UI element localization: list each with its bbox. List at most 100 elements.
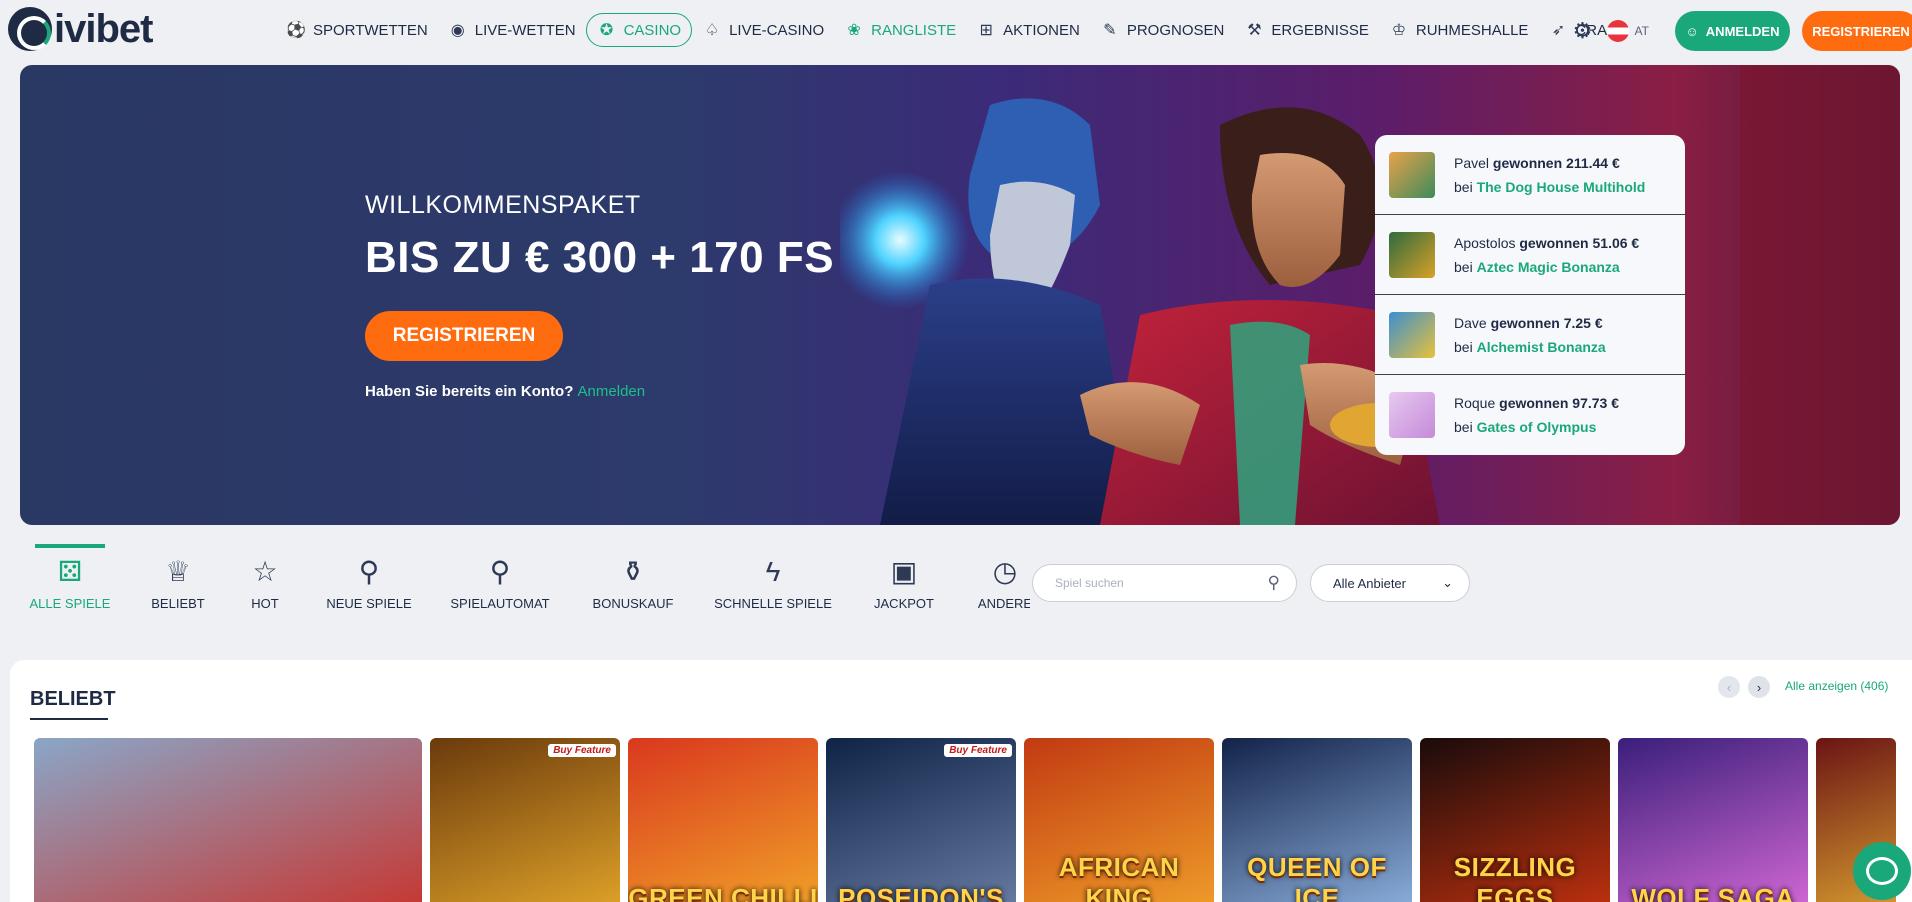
see-all-link[interactable]: Alle anzeigen (406)	[1785, 679, 1888, 693]
winner-amount: 7.25 €	[1563, 314, 1603, 331]
nav-item-label: LIVE-WETTEN	[474, 21, 576, 39]
gear-icon[interactable]: ⚙	[1571, 18, 1595, 43]
game-title: GREEN CHILLI	[628, 883, 818, 902]
nav-item-label: CASINO	[623, 21, 682, 39]
user-icon: ☺	[1685, 23, 1699, 39]
winner-game-link[interactable]: Gates of Olympus	[1477, 419, 1597, 435]
money-bag-icon: ⚱	[621, 556, 645, 587]
welcome-banner: WILLKOMMENSPAKET BIS ZU € 300 + 170 FS R…	[20, 65, 1900, 525]
hero-account-text: Haben Sie bereits ein Konto? Anmelden	[365, 383, 645, 400]
category-label: ALLE SPIELE	[29, 596, 111, 611]
provider-select[interactable]: Alle Anbieter ⌄	[1310, 564, 1470, 602]
casino-chip-icon: ✪	[599, 22, 614, 39]
nav-item-sportwetten[interactable]: ⚽ SPORTWETTEN	[276, 13, 438, 47]
hero-subtitle: WILLKOMMENSPAKET	[365, 191, 641, 219]
carousel-prev-button[interactable]: ‹	[1718, 676, 1740, 698]
category-label: NEUE SPIELE	[326, 596, 412, 611]
winner-at: bei	[1454, 419, 1473, 435]
nav-item-label: PROGNOSEN	[1126, 21, 1225, 39]
game-card[interactable]: Buy Feature	[430, 738, 620, 902]
nav-item-label: RUHMESHALLE	[1415, 21, 1529, 39]
header-actions: ⚙ AT ☺ ANMELDEN REGISTRIEREN	[1571, 10, 1912, 52]
game-thumbnail[interactable]	[1389, 231, 1435, 278]
winner-item[interactable]: Apostolos gewonnen 51.06 € bei Aztec Magi…	[1375, 215, 1685, 295]
winner-won-label: gewonnen	[1519, 234, 1589, 251]
winner-text: Roque gewonnen 97.73 € bei Gates of Olymp…	[1454, 391, 1619, 439]
timer-icon: ◷	[992, 556, 1018, 587]
nav-item-casino[interactable]: ✪ CASINO	[585, 13, 693, 47]
game-thumbnail[interactable]	[1389, 151, 1435, 198]
winner-name: Dave	[1454, 314, 1487, 331]
game-card[interactable]: Buy Feature POSEIDON'S	[826, 738, 1016, 902]
game-thumbnail[interactable]	[1389, 311, 1435, 358]
game-card[interactable]: QUEEN OF ICE	[1222, 738, 1412, 902]
category-bonuskauf[interactable]: ⚱ BONUSKAUF	[573, 544, 693, 624]
category-andere[interactable]: ◷ ANDERE	[945, 544, 1030, 624]
nav-item-rangliste[interactable]: ❀ RANGLISTE	[834, 13, 966, 47]
nav-item-live-wetten[interactable]: ◉ LIVE-WETTEN	[438, 13, 586, 47]
cards-icon: ♤	[704, 22, 720, 39]
game-card[interactable]	[34, 738, 422, 902]
top-header: ivibet ⚽ SPORTWETTEN ◉ LIVE-WETTEN ✪ CASINO ♤ L…	[0, 0, 1912, 62]
winner-name: Apostolos	[1454, 234, 1516, 251]
hero-register-button[interactable]: REGISTRIEREN	[365, 311, 563, 361]
jackpot-machine-icon: ▣	[890, 556, 918, 587]
cherries-icon: ⚲	[358, 556, 380, 587]
category-neue-spiele[interactable]: ⚲ NEUE SPIELE	[309, 544, 429, 624]
winner-amount: 51.06 €	[1592, 234, 1640, 251]
nav-item-live-casino[interactable]: ♤ LIVE-CASINO	[692, 13, 834, 47]
category-schnelle-spiele[interactable]: ϟ SCHNELLE SPIELE	[713, 544, 833, 624]
winner-text: Pavel gewonnen 211.44 € bei The Dog House…	[1454, 151, 1645, 199]
game-title: AFRICAN KING	[1058, 852, 1180, 902]
game-title: QUEEN OF ICE	[1247, 852, 1387, 902]
nav-item-label: SPORTWETTEN	[313, 21, 428, 39]
winner-item[interactable]: Roque gewonnen 97.73 € bei Gates of Olymp…	[1375, 375, 1685, 455]
game-category-bar: ⚄ ALLE SPIELE ♕ BELIEBT ☆ HOT ⚲ NEUE SPIELE ⚲ SPI…	[0, 544, 1030, 624]
winner-text: Dave gewonnen 7.25 € bei Alchemist Bonanz…	[1454, 311, 1606, 359]
chat-support-button[interactable]	[1853, 842, 1911, 900]
nav-item-label: LIVE-CASINO	[729, 21, 825, 39]
winner-item[interactable]: Dave gewonnen 7.25 € bei Alchemist Bonanz…	[1375, 295, 1685, 375]
category-alle-spiele[interactable]: ⚄ ALLE SPIELE	[10, 544, 130, 624]
winner-item[interactable]: Pavel gewonnen 211.44 € bei The Dog House…	[1375, 135, 1685, 215]
winner-game-link[interactable]: Alchemist Bonanza	[1477, 339, 1606, 355]
game-search[interactable]: ⚲	[1032, 564, 1297, 602]
carousel-next-button[interactable]: ›	[1748, 676, 1770, 698]
nav-item-label: ERGEBNISSE	[1271, 21, 1369, 39]
game-card[interactable]: SIZZLING EGGS	[1420, 738, 1610, 902]
ivibet-logo[interactable]: ivibet	[8, 6, 153, 52]
winner-won-label: gewonnen	[1499, 395, 1569, 411]
game-thumbnail[interactable]	[1389, 392, 1435, 438]
winner-won-label: gewonnen	[1490, 314, 1560, 331]
game-card[interactable]: WOLF SAGA	[1618, 738, 1808, 902]
search-icon[interactable]: ⚲	[1268, 573, 1280, 593]
register-button-label: REGISTRIEREN	[1812, 23, 1910, 39]
search-input[interactable]	[1055, 576, 1268, 590]
winner-game-link[interactable]: The Dog House Multihold	[1477, 179, 1646, 195]
soccer-ball-icon: ⚽	[286, 22, 306, 39]
game-title: WOLF SAGA	[1631, 883, 1795, 902]
recent-winners-panel: Pavel gewonnen 211.44 € bei The Dog House…	[1375, 135, 1685, 455]
hero-login-link[interactable]: Anmelden	[578, 383, 646, 400]
stopwatch-icon: ◉	[450, 22, 465, 39]
category-hot[interactable]: ☆ HOT	[205, 544, 325, 624]
crown-icon: ♕	[165, 556, 191, 587]
winner-amount: 97.73 €	[1572, 395, 1619, 411]
game-card[interactable]: AFRICAN KING	[1024, 738, 1214, 902]
language-code[interactable]: AT	[1635, 24, 1649, 38]
nav-item-prognosen[interactable]: ✎ PROGNOSEN	[1090, 13, 1235, 47]
lightning-icon: ϟ	[765, 556, 781, 587]
category-spielautomat[interactable]: ⚲ SPIELAUTOMAT	[440, 544, 560, 624]
winner-won-label: gewonnen	[1492, 154, 1563, 171]
login-button[interactable]: ☺ ANMELDEN	[1675, 11, 1790, 51]
register-button[interactable]: REGISTRIEREN	[1802, 11, 1912, 51]
nav-item-ergebnisse[interactable]: ⚒ ERGEBNISSE	[1234, 13, 1379, 47]
nav-item-ruhmeshalle[interactable]: ♔ RUHMESHALLE	[1379, 13, 1539, 47]
nav-item-aktionen[interactable]: ⊞ AKTIONEN	[966, 13, 1090, 47]
austria-flag-icon[interactable]	[1606, 20, 1629, 42]
category-label: BELIEBT	[151, 596, 205, 611]
winner-game-link[interactable]: Aztec Magic Bonanza	[1477, 259, 1620, 275]
category-label: JACKPOT	[874, 596, 934, 611]
game-card[interactable]: GREEN CHILLI	[628, 738, 818, 902]
winner-name: Pavel	[1454, 154, 1490, 171]
